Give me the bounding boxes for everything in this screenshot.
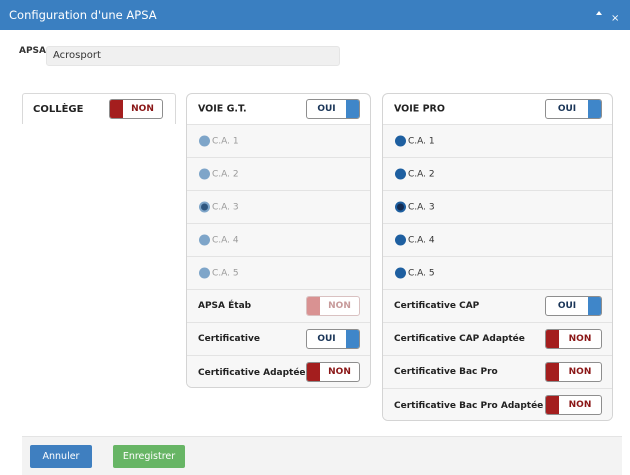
window-titlebar: Configuration d'une APSA × <box>0 0 630 30</box>
voie-pro-header: VOIE PRO OUI <box>383 94 612 124</box>
radio-dot-selected <box>199 201 210 213</box>
ca-3-radio[interactable]: C.A. 3 <box>395 201 435 213</box>
ca-2-radio[interactable]: C.A. 2 <box>395 168 435 180</box>
radio-label: C.A. 2 <box>408 169 435 179</box>
ca-row: C.A. 3 <box>383 190 612 223</box>
toggle-label: OUI <box>557 301 577 311</box>
ca-row: C.A. 5 <box>187 256 370 289</box>
ca-5-radio[interactable]: C.A. 5 <box>199 267 239 279</box>
voie-pro-title: VOIE PRO <box>394 103 445 115</box>
voie-gt-card: VOIE G.T. OUI C.A. 1 C.A. 2 C.A. 3 C.A. … <box>186 93 371 388</box>
toggle-label: OUI <box>317 104 336 114</box>
college-toggle[interactable]: NON <box>109 99 163 119</box>
toggle-label: NON <box>328 301 351 311</box>
toggle-label: OUI <box>557 104 577 114</box>
certificative-row: Certificative OUI <box>187 322 370 355</box>
ca-3-radio[interactable]: C.A. 3 <box>199 201 239 213</box>
radio-label: C.A. 1 <box>212 136 239 146</box>
radio-dot <box>395 234 406 246</box>
toggle-label: OUI <box>317 334 336 344</box>
toggle-label: NON <box>568 334 592 344</box>
apsa-label: APSA <box>19 46 47 56</box>
certificative-cap-adaptee-toggle[interactable]: NON <box>545 329 602 349</box>
radio-label: C.A. 1 <box>408 136 435 146</box>
radio-label: C.A. 4 <box>408 235 435 245</box>
apsa-etab-toggle[interactable]: NON <box>306 296 360 316</box>
certificative-bac-pro-adaptee-row: Certificative Bac Pro Adaptée NON <box>383 388 612 420</box>
close-icon[interactable]: × <box>611 14 619 24</box>
certificative-cap-adaptee-row: Certificative CAP Adaptée NON <box>383 322 612 355</box>
ca-row: C.A. 2 <box>383 157 612 190</box>
radio-dot <box>199 234 210 246</box>
certificative-cap-label: Certificative CAP <box>394 301 480 311</box>
radio-dot <box>395 135 406 147</box>
voie-gt-header: VOIE G.T. OUI <box>187 94 370 124</box>
certificative-adaptee-row: Certificative Adaptée NON <box>187 355 370 387</box>
toggle-label: NON <box>568 400 592 410</box>
ca-row: C.A. 1 <box>187 124 370 157</box>
apsa-etab-label: APSA Étab <box>198 301 252 311</box>
radio-dot <box>395 267 406 279</box>
toggle-label: NON <box>568 367 592 377</box>
certificative-bac-pro-label: Certificative Bac Pro <box>394 367 498 377</box>
window-title: Configuration d'une APSA <box>9 8 157 22</box>
certificative-bac-pro-adaptee-label: Certificative Bac Pro Adaptée <box>394 400 544 411</box>
certificative-label: Certificative <box>198 334 260 344</box>
college-label: COLLÈGE <box>33 104 84 115</box>
radio-label: C.A. 2 <box>212 169 239 179</box>
radio-label: C.A. 5 <box>212 268 239 278</box>
certificative-bac-pro-adaptee-toggle[interactable]: NON <box>545 395 602 415</box>
radio-dot <box>395 168 406 180</box>
certificative-adaptee-label: Certificative Adaptée <box>198 367 306 378</box>
toggle-label: NON <box>131 104 154 114</box>
certificative-cap-adaptee-label: Certificative CAP Adaptée <box>394 334 525 344</box>
college-panel: COLLÈGE NON <box>22 93 176 124</box>
ca-row: C.A. 2 <box>187 157 370 190</box>
apsa-field[interactable]: Acrosport <box>46 46 340 66</box>
apsa-etab-row: APSA Étab NON <box>187 289 370 322</box>
ca-row: C.A. 4 <box>187 223 370 256</box>
voie-pro-toggle[interactable]: OUI <box>545 99 602 119</box>
dialog-footer: Annuler Enregistrer <box>22 436 622 475</box>
ca-row: C.A. 5 <box>383 256 612 289</box>
radio-dot-selected <box>395 201 406 213</box>
toggle-label: NON <box>328 367 351 377</box>
ca-row: C.A. 1 <box>383 124 612 157</box>
caret-up-icon[interactable] <box>596 11 602 15</box>
ca-row: C.A. 4 <box>383 223 612 256</box>
certificative-cap-toggle[interactable]: OUI <box>545 296 602 316</box>
radio-dot <box>199 267 210 279</box>
radio-label: C.A. 3 <box>408 202 435 212</box>
cancel-button[interactable]: Annuler <box>30 445 92 468</box>
certificative-cap-row: Certificative CAP OUI <box>383 289 612 322</box>
save-button[interactable]: Enregistrer <box>113 445 185 468</box>
ca-2-radio[interactable]: C.A. 2 <box>199 168 239 180</box>
radio-label: C.A. 3 <box>212 202 239 212</box>
radio-dot <box>199 168 210 180</box>
radio-label: C.A. 4 <box>212 235 239 245</box>
certificative-bac-pro-row: Certificative Bac Pro NON <box>383 355 612 388</box>
voie-gt-title: VOIE G.T. <box>198 103 247 115</box>
radio-label: C.A. 5 <box>408 268 435 278</box>
ca-1-radio[interactable]: C.A. 1 <box>395 135 435 147</box>
voie-gt-toggle[interactable]: OUI <box>306 99 360 119</box>
ca-1-radio[interactable]: C.A. 1 <box>199 135 239 147</box>
voie-pro-card: VOIE PRO OUI C.A. 1 C.A. 2 C.A. 3 C.A. 4… <box>382 93 613 421</box>
certificative-bac-pro-toggle[interactable]: NON <box>545 362 602 382</box>
ca-row: C.A. 3 <box>187 190 370 223</box>
ca-4-radio[interactable]: C.A. 4 <box>395 234 435 246</box>
certificative-toggle[interactable]: OUI <box>306 329 360 349</box>
ca-5-radio[interactable]: C.A. 5 <box>395 267 435 279</box>
certificative-adaptee-toggle[interactable]: NON <box>306 362 360 382</box>
radio-dot <box>199 135 210 147</box>
ca-4-radio[interactable]: C.A. 4 <box>199 234 239 246</box>
